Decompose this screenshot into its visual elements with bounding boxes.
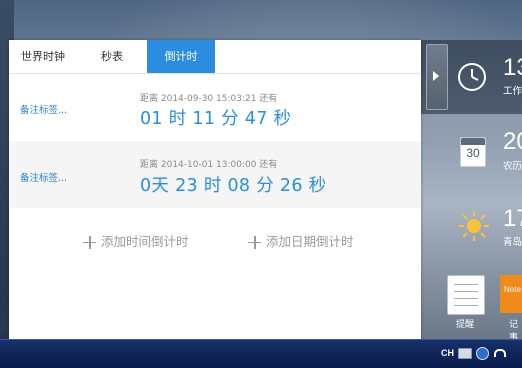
keyboard-icon[interactable] <box>458 347 472 359</box>
memo-line <box>454 284 478 285</box>
add-time-countdown-label: 添加时间倒计时 <box>101 234 189 249</box>
plus-icon <box>83 235 96 249</box>
help-icon[interactable] <box>476 346 489 360</box>
clock-widget-value: 13 <box>503 54 522 81</box>
countdown-target: 距离 2014-09-30 15:03:21 还有 <box>140 94 278 104</box>
weather-widget-label: 青岛 <box>503 237 522 248</box>
countdown-row[interactable]: 备注标签... 距离 2014-10-01 13:00:00 还有 0天 23 … <box>9 141 421 208</box>
tab-stopwatch[interactable]: 秒表 <box>77 40 147 73</box>
memo-line <box>454 291 478 292</box>
note-label-link[interactable]: 备注标签... <box>20 170 67 184</box>
countdown-panel: 世界时钟 秒表 倒计时 备注标签... 距离 2014-09-30 15:03:… <box>9 40 421 339</box>
clock-widget-label: 工作 <box>503 86 522 97</box>
calendar-widget-label: 农历 <box>503 161 522 172</box>
caps-indicator-icon[interactable] <box>493 347 506 359</box>
system-tray: CH <box>441 344 506 362</box>
clock-icon <box>458 63 486 91</box>
calendar-icon-header <box>461 138 485 145</box>
weather-widget-value: 17 <box>503 205 522 232</box>
reminder-icon[interactable] <box>447 275 485 315</box>
add-date-countdown-label: 添加日期倒计时 <box>266 234 354 249</box>
sun-icon <box>459 211 489 241</box>
calendar-icon[interactable]: 30 <box>460 137 486 167</box>
add-time-countdown-button[interactable]: 添加时间倒计时 <box>83 233 189 251</box>
notes-tile-text: Note <box>504 285 521 294</box>
tab-world-clock[interactable]: 世界时钟 <box>9 40 77 73</box>
memo-line <box>454 305 478 306</box>
memo-line <box>454 298 478 299</box>
plus-icon <box>248 235 261 249</box>
calendar-widget-value: 20 <box>503 128 522 155</box>
add-date-countdown-button[interactable]: 添加日期倒计时 <box>248 233 354 251</box>
chevron-right-icon <box>433 71 439 81</box>
countdown-remaining: 01 时 11 分 47 秒 <box>140 109 292 129</box>
countdown-row[interactable]: 备注标签... 距离 2014-09-30 15:03:21 还有 01 时 1… <box>9 74 421 141</box>
tab-bar: 世界时钟 秒表 倒计时 <box>9 40 421 74</box>
tab-countdown[interactable]: 倒计时 <box>147 40 215 73</box>
countdown-remaining: 0天 23 时 08 分 26 秒 <box>140 176 327 196</box>
note-label-link[interactable]: 备注标签... <box>20 102 67 116</box>
notes-widget[interactable]: Note <box>500 275 522 313</box>
calendar-icon-day: 30 <box>466 146 480 160</box>
input-method-indicator[interactable]: CH <box>441 348 454 358</box>
countdown-target: 距离 2014-10-01 13:00:00 还有 <box>140 160 278 170</box>
reminder-label: 提醒 <box>456 320 475 330</box>
